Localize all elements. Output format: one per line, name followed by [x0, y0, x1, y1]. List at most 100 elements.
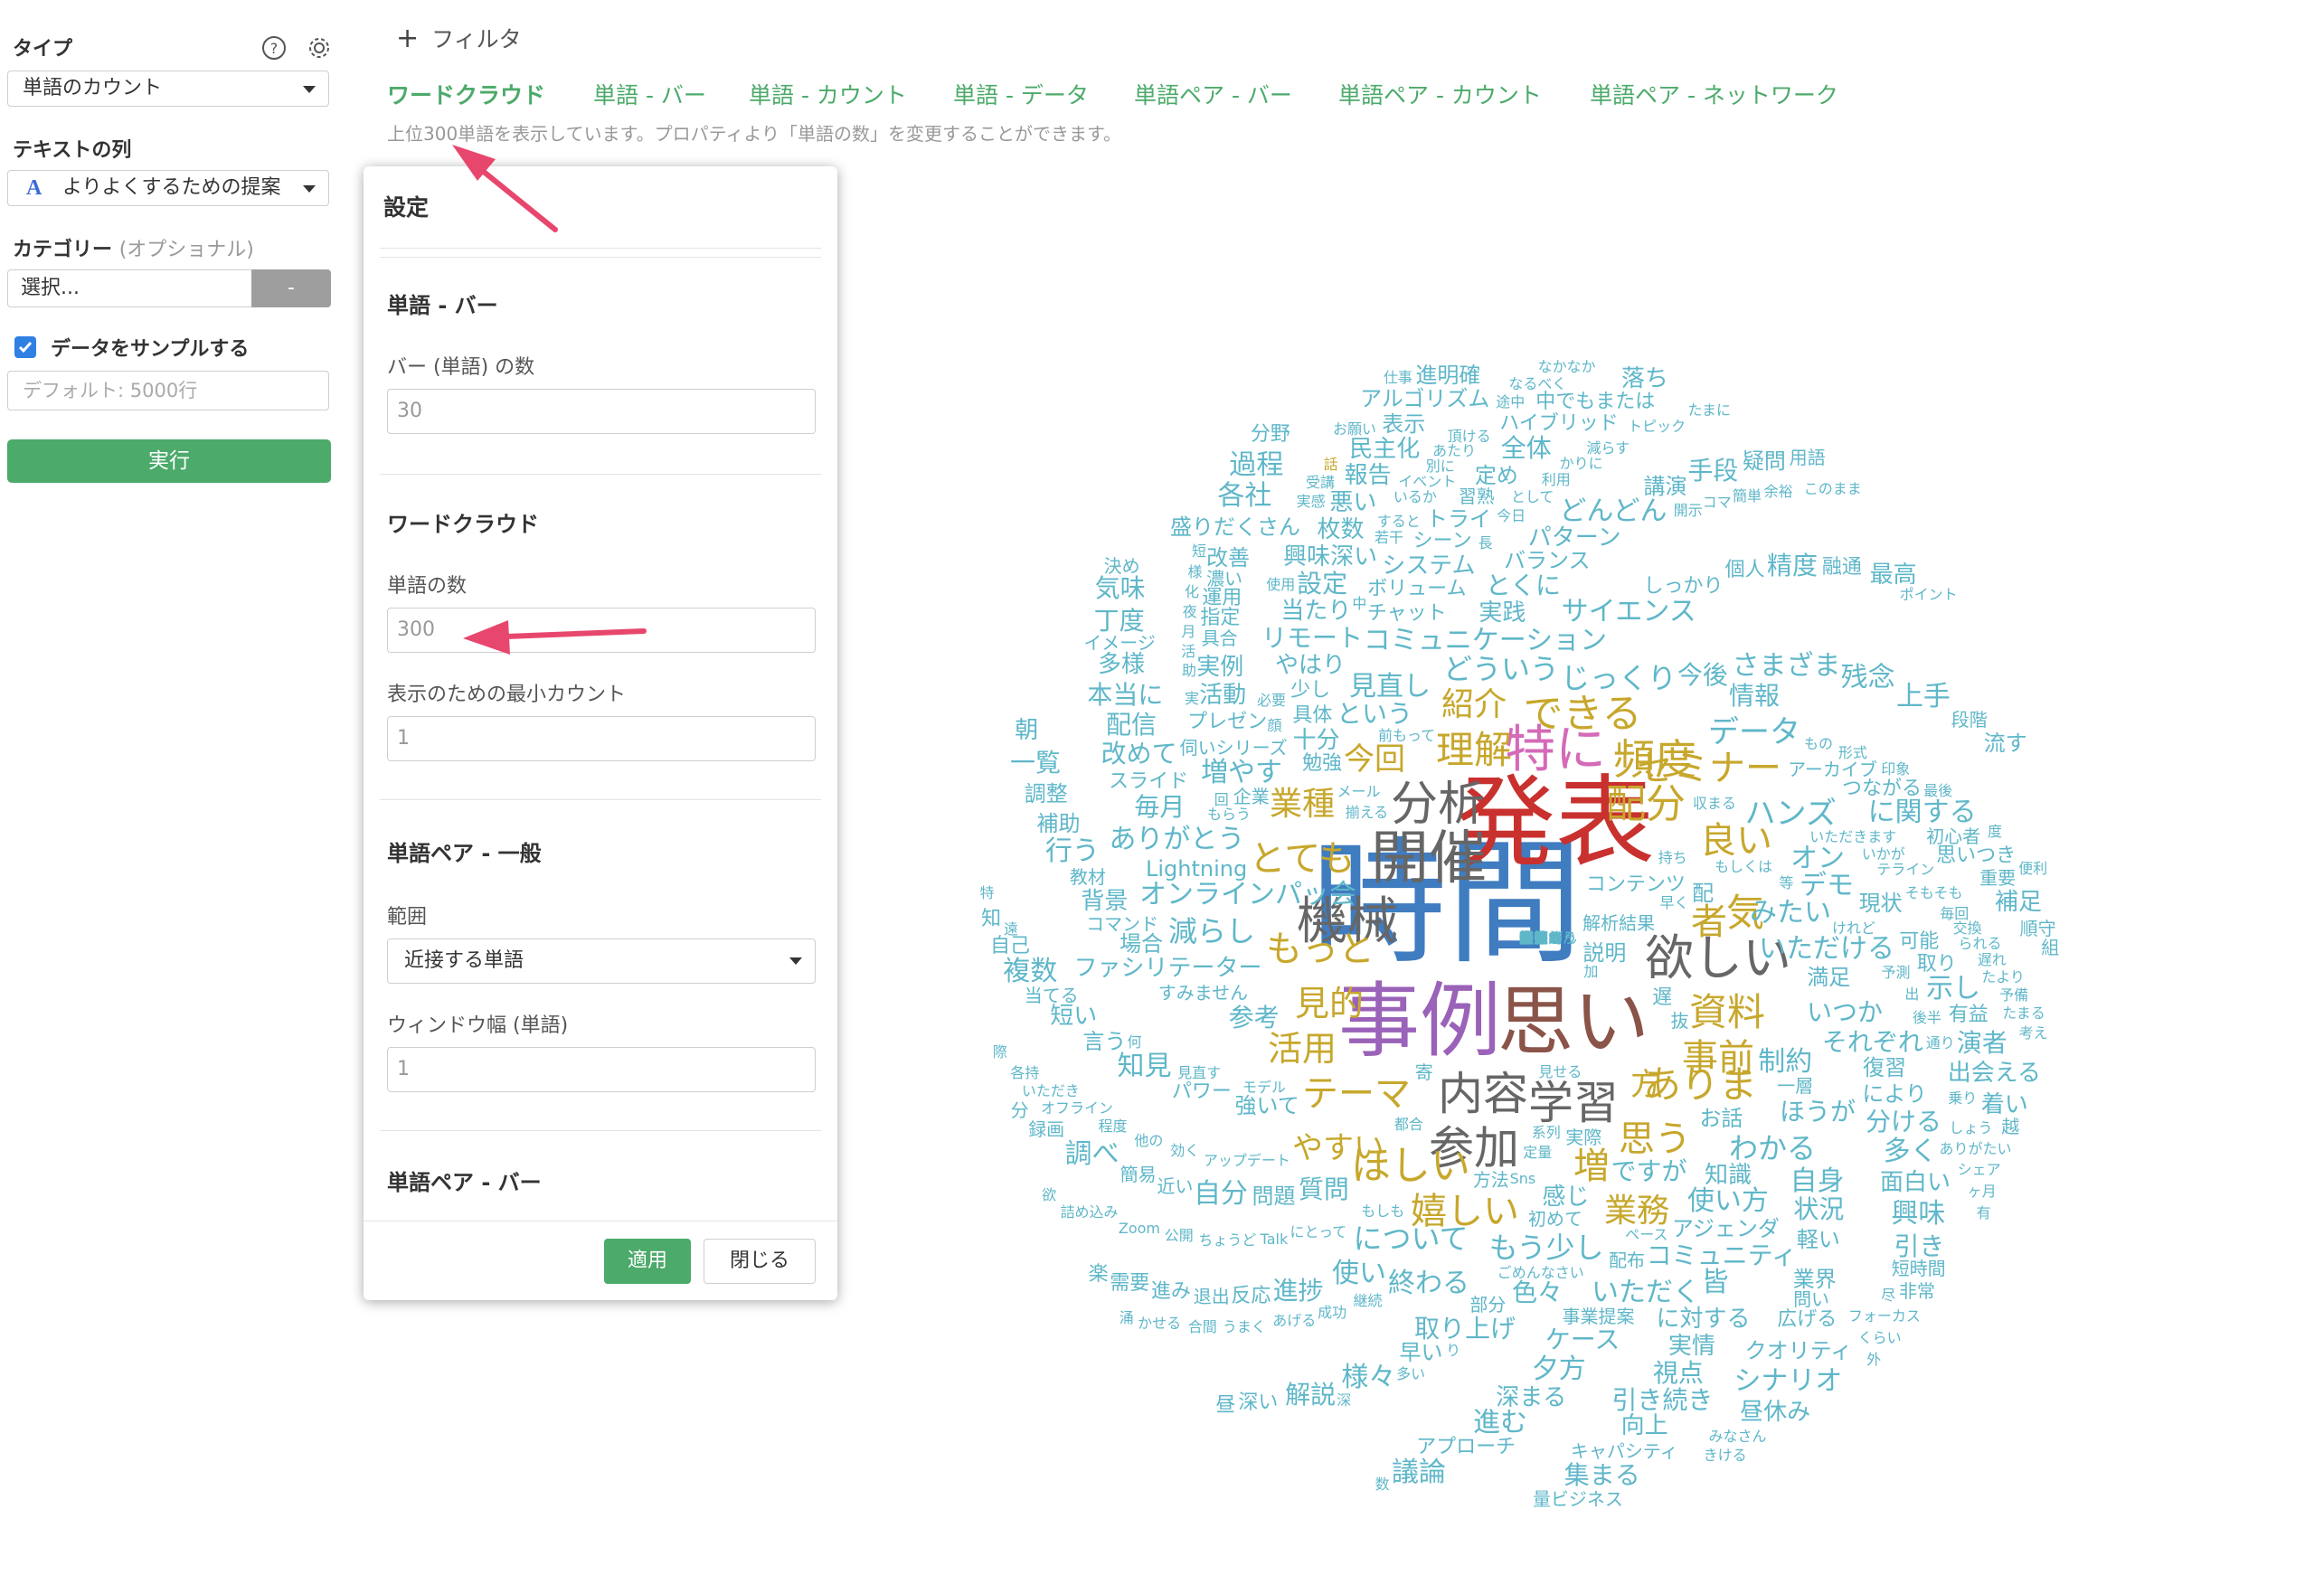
tab-word-count[interactable]: 単語 - カウント [749, 78, 907, 110]
cloud-word: アプローチ [1416, 1435, 1516, 1458]
word-count-label: 単語の数 [387, 575, 468, 598]
cloud-word: かせる [1138, 1315, 1182, 1333]
cloud-word: 録画 [1028, 1118, 1065, 1140]
cloud-word: 今後 [1677, 660, 1728, 691]
cloud-word: 問い [1793, 1288, 1830, 1311]
tab-word-pair-network[interactable]: 単語ペア - ネットワーク [1590, 78, 1838, 110]
cloud-word: ハイブリッド [1499, 411, 1619, 435]
cloud-word: 思い [1497, 977, 1650, 1066]
cloud-word: イメージ [1083, 632, 1156, 655]
cloud-word: 何 [1127, 1033, 1142, 1052]
tab-word-pair-count[interactable]: 単語ペア - カウント [1338, 78, 1542, 110]
cloud-word: 有 [1976, 1204, 1991, 1222]
cloud-word: お話 [1699, 1105, 1743, 1131]
section-word-pair-bar: 単語ペア - バー [387, 1170, 542, 1195]
cloud-word: ですが [1611, 1155, 1687, 1186]
sample-size-input[interactable]: デフォルト: 5000行 [7, 371, 329, 410]
cloud-word: 活動 [1199, 681, 1247, 709]
cloud-word: アジェンダ [1671, 1215, 1780, 1241]
cloud-word: 簡単 [1733, 486, 1762, 505]
cloud-word: かりに [1559, 454, 1603, 472]
cloud-word: さまざま [1732, 649, 1841, 682]
cloud-word: 制約 [1758, 1046, 1813, 1079]
cloud-word: 抜 [1670, 1009, 1689, 1032]
cloud-word: 各社 [1217, 479, 1272, 512]
cloud-word: 業種 [1270, 786, 1336, 823]
cloud-word: 進む [1473, 1407, 1528, 1439]
cloud-word: 便利 [2018, 859, 2048, 877]
info-text: 上位300単語を表示しています。プロパティより「単語の数」を変更することができま… [387, 123, 1121, 145]
cloud-word: ありがたい [1939, 1139, 2012, 1157]
cloud-word: 早い [1399, 1340, 1443, 1366]
cloud-word: 段階 [1951, 709, 1988, 731]
tab-wordcloud[interactable]: ワードクラウド [387, 78, 545, 110]
cloud-word: 月 [1181, 623, 1196, 641]
cloud-word: 印象 [1881, 759, 1911, 778]
category-clear-button[interactable]: - [251, 269, 331, 307]
cloud-word: なるべく [1508, 374, 1567, 392]
cloud-word: 引き [1894, 1231, 1945, 1261]
cloud-word: 具合 [1201, 627, 1238, 649]
cloud-word: 程度 [1098, 1117, 1128, 1135]
cloud-word: という [1337, 699, 1413, 729]
cloud-word: 集まる [1564, 1460, 1640, 1491]
cloud-word: 気味 [1094, 572, 1146, 603]
sample-label: データをサンプルする [51, 338, 250, 361]
text-column-select[interactable]: A よりよくするための提案 [7, 170, 329, 206]
cloud-word: 強いて [1234, 1093, 1299, 1119]
cloud-word: 外 [1866, 1351, 1882, 1369]
cloud-word: モデル [1242, 1079, 1287, 1097]
tab-word-bar[interactable]: 単語 - バー [593, 78, 706, 110]
sample-checkbox[interactable] [14, 336, 36, 358]
cloud-word: 前もって [1377, 727, 1436, 745]
cloud-word: チャット [1366, 602, 1447, 626]
cloud-word: いつか [1807, 997, 1884, 1027]
category-select[interactable]: 選択... [7, 269, 251, 307]
add-filter-button[interactable]: + フィルタ [396, 22, 522, 54]
gear-icon[interactable] [306, 34, 333, 61]
min-count-input[interactable]: 1 [387, 716, 816, 761]
cloud-word: 多様 [1098, 650, 1146, 678]
cloud-word: 落ち [1620, 364, 1668, 392]
cloud-word: もっと [1266, 929, 1375, 970]
cloud-word: しっかり [1643, 574, 1724, 598]
bar-count-input[interactable]: 30 [387, 389, 816, 434]
cloud-word: データ [1708, 714, 1800, 750]
cloud-word: 用語 [1789, 446, 1826, 468]
cloud-word: 手段 [1687, 456, 1739, 486]
cloud-word: 示し [1926, 973, 1981, 1005]
word-count-input[interactable]: 300 [387, 608, 816, 653]
cloud-word: トライ [1425, 505, 1491, 532]
window-width-input[interactable]: 1 [387, 1047, 816, 1092]
cloud-word: 紹介 [1441, 686, 1507, 723]
type-label: タイプ [13, 38, 73, 61]
cloud-word: 仕事 [1383, 369, 1412, 387]
cloud-word: 重要 [1979, 867, 2017, 890]
cloud-word: トピック [1628, 418, 1686, 436]
cloud-word: 他の [1134, 1131, 1164, 1149]
cloud-word: 状況 [1793, 1194, 1845, 1225]
cloud-word: できる [1523, 691, 1642, 737]
svg-text:?: ? [270, 40, 279, 57]
cloud-word: 話 [1323, 456, 1338, 474]
type-select[interactable]: 単語のカウント [7, 71, 329, 107]
range-select[interactable]: 近接する単語 [387, 938, 816, 984]
cloud-word: 深 [1337, 1391, 1352, 1409]
cloud-word: 説明 [1582, 939, 1627, 966]
run-button[interactable]: 実行 [7, 439, 331, 483]
close-button[interactable]: 閉じる [704, 1239, 816, 1284]
cloud-word: 乗り [1948, 1089, 1978, 1108]
cloud-word: 当たり [1280, 598, 1352, 626]
apply-button[interactable]: 適用 [604, 1239, 691, 1284]
cloud-word: 流す [1983, 730, 2027, 756]
cloud-word: Zoom [1118, 1219, 1160, 1237]
tab-word-pair-bar[interactable]: 単語ペア - バー [1134, 78, 1292, 110]
cloud-word: 需要 [1110, 1272, 1150, 1296]
cloud-word: 参考 [1228, 1002, 1280, 1033]
help-icon[interactable]: ? [260, 34, 288, 61]
category-optional-text: (オプショナル) [118, 239, 254, 261]
cloud-word: 改善 [1206, 545, 1251, 571]
cloud-word: 見的 [1295, 984, 1365, 1023]
tab-word-data[interactable]: 単語 - データ [953, 78, 1089, 110]
cloud-word: 言う [1082, 1028, 1127, 1054]
